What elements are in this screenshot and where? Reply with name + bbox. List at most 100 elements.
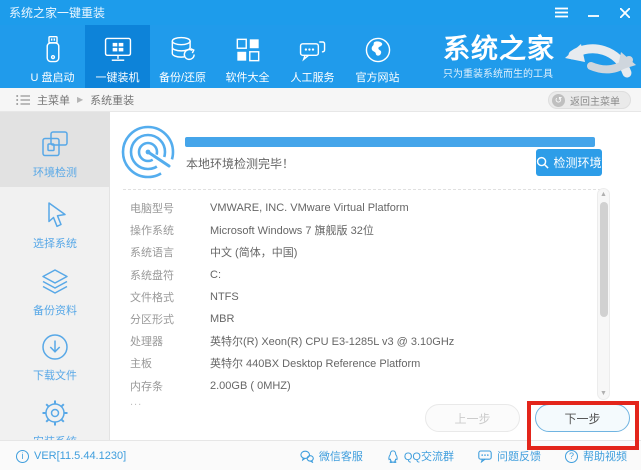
footer-links: 微信客服 QQ交流群 问题反馈 ? 帮助视频: [300, 441, 627, 470]
download-circle-icon: [40, 332, 70, 362]
sidebar-item-label: 下载文件: [33, 370, 77, 382]
info-label: 系统语言: [130, 247, 174, 260]
status-bar: i VER[11.5.44.1230] 微信客服 QQ交流群 问题反馈 ? 帮助…: [0, 440, 641, 470]
table-row: 电脑型号 VMWARE, INC. VMware Virtual Platform: [130, 197, 454, 219]
nav-item-support[interactable]: 人工服务: [280, 25, 345, 88]
nav-item-one-click-install[interactable]: 一键装机: [85, 25, 150, 88]
info-label: 分区形式: [130, 314, 174, 327]
info-label: 文件格式: [130, 291, 174, 304]
wechat-icon: [300, 450, 314, 463]
detect-progress-bar: [185, 137, 595, 147]
detect-environment-button[interactable]: 检测环境: [536, 149, 602, 176]
logo-title: 系统之家: [443, 34, 555, 64]
list-icon: [16, 94, 30, 106]
table-row: 系统盘符 C:: [130, 264, 454, 286]
sidebar-item-env-detect[interactable]: 环境检测: [0, 112, 110, 187]
sidebar-item-download-files[interactable]: 下载文件: [0, 322, 110, 388]
sidebar-item-label: 环境检测: [33, 167, 77, 179]
scroll-down-icon[interactable]: ▼: [598, 390, 609, 397]
system-info-table: 电脑型号 VMWARE, INC. VMware Virtual Platform…: [130, 197, 454, 397]
progress-fill: [185, 137, 595, 147]
nav-item-website[interactable]: 官方网站: [345, 25, 410, 88]
divider: [123, 189, 601, 190]
nav-item-software[interactable]: 软件大全: [215, 25, 280, 88]
breadcrumb-root[interactable]: 主菜单: [37, 92, 70, 108]
close-icon[interactable]: [617, 5, 633, 21]
table-row: 分区形式 MBR: [130, 308, 454, 330]
layers-backup-icon: [40, 267, 70, 297]
version-info: i VER[11.5.44.1230]: [16, 441, 126, 470]
table-row: 操作系统 Microsoft Windows 7 旗舰版 32位: [130, 219, 454, 241]
menu-icon[interactable]: [553, 5, 569, 21]
minimize-icon[interactable]: [585, 5, 601, 21]
scrollbar-thumb[interactable]: [599, 202, 608, 317]
table-row: 主板 英特尔 440BX Desktop Reference Platform: [130, 352, 454, 374]
step-sidebar: 环境检测 选择系统 备份资料 下载文件: [0, 112, 110, 448]
table-row: 处理器 英特尔(R) Xeon(R) CPU E3-1285L v3 @ 3.10…: [130, 330, 454, 352]
breadcrumb-separator-icon: ▶: [77, 95, 84, 104]
table-scrollbar[interactable]: ▲ ▼: [597, 188, 610, 400]
info-icon: i: [16, 449, 29, 463]
monitor-windows-icon: [101, 33, 135, 67]
help-icon: ?: [565, 449, 578, 463]
table-row: 内存条 2.00GB ( 0MHZ): [130, 375, 454, 397]
nav-item-label: U 盘启动: [30, 72, 75, 84]
title-bar: 系统之家一键重装: [0, 0, 641, 25]
info-value: Microsoft Windows 7 旗舰版 32位: [210, 225, 374, 238]
info-label: 操作系统: [130, 225, 174, 238]
back-arrow-icon: ↺: [552, 93, 565, 107]
nav-item-label: 软件大全: [225, 72, 270, 84]
info-label: 内存条: [130, 380, 163, 393]
wechat-support-link[interactable]: 微信客服: [300, 448, 363, 464]
nav-item-list: U 盘启动 一键装机 备份/还原 软件大全 人工服务 官方网站: [20, 25, 410, 88]
brand-logo: 系统之家 只为重装系统而生的工具: [443, 32, 637, 82]
main-panel: 本地环境检测完毕！ 检测环境 电脑型号 VMWARE, INC. VMware V…: [111, 112, 641, 440]
gear-icon: [40, 398, 70, 428]
sidebar-item-install-system[interactable]: 安装系统: [0, 388, 110, 448]
breadcrumb-current: 系统重装: [90, 94, 135, 107]
software-grid-icon: [231, 33, 265, 67]
sidebar-item-select-system[interactable]: 选择系统: [0, 190, 110, 257]
footer-link-label: 微信客服: [318, 451, 363, 463]
env-detect-icon: [40, 129, 70, 159]
sidebar-item-label: 选择系统: [33, 238, 77, 250]
database-restore-icon: [166, 33, 200, 67]
footer-link-label: 问题反馈: [497, 451, 541, 463]
search-icon: [536, 156, 550, 169]
info-value: 中文 (简体，中国): [210, 247, 298, 260]
window-controls: [553, 0, 633, 25]
window-title: 系统之家一键重装: [9, 6, 106, 20]
info-label: 电脑型号: [130, 203, 174, 216]
info-label: 处理器: [130, 336, 163, 349]
nav-item-label: 一键装机: [95, 72, 140, 84]
globe-icon: [361, 33, 395, 67]
breadcrumb-bar: 主菜单 ▶ 系统重装 ↺ 返回主菜单: [0, 88, 641, 112]
table-row: 文件格式 NTFS: [130, 286, 454, 308]
qq-group-link[interactable]: QQ交流群: [387, 448, 454, 464]
nav-item-label: 官方网站: [355, 72, 400, 84]
detect-status-text: 本地环境检测完毕！: [186, 157, 295, 171]
logo-swoosh-icon: [557, 32, 637, 82]
footer-link-label: QQ交流群: [403, 451, 454, 463]
footer-link-label: 帮助视频: [583, 451, 627, 463]
info-value: C:: [210, 268, 221, 281]
detect-button-label: 检测环境: [553, 156, 602, 170]
next-step-button[interactable]: 下一步: [535, 404, 630, 432]
nav-item-label: 备份/还原: [158, 72, 207, 84]
previous-step-button: 上一步: [425, 404, 520, 432]
table-row: 系统语言 中文 (简体，中国): [130, 241, 454, 263]
chat-service-icon: [296, 33, 330, 67]
feedback-link[interactable]: 问题反馈: [478, 448, 541, 464]
help-video-link[interactable]: ? 帮助视频: [565, 448, 627, 464]
nav-item-label: 人工服务: [290, 72, 335, 84]
back-to-main-menu-button[interactable]: ↺ 返回主菜单: [548, 91, 631, 109]
info-value: VMWARE, INC. VMware Virtual Platform: [210, 202, 409, 215]
sidebar-item-label: 备份资料: [33, 305, 77, 317]
feedback-icon: [478, 449, 492, 463]
breadcrumb: 主菜单 ▶ 系统重装: [16, 92, 134, 108]
nav-item-backup-restore[interactable]: 备份/还原: [150, 25, 215, 88]
sidebar-item-backup-data[interactable]: 备份资料: [0, 257, 110, 322]
cursor-select-icon: [40, 200, 70, 230]
nav-item-usb-boot[interactable]: U 盘启动: [20, 25, 85, 88]
scroll-up-icon[interactable]: ▲: [598, 191, 609, 198]
